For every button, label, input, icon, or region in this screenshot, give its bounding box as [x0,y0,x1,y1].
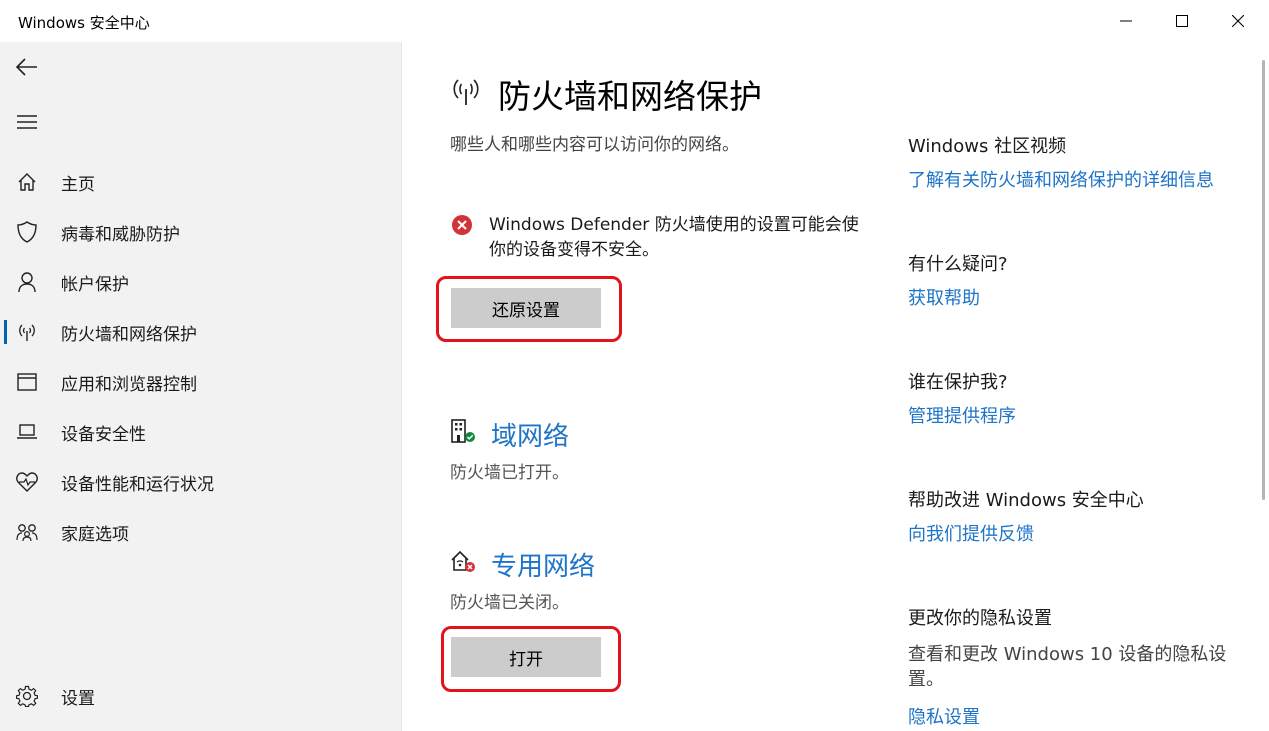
community-videos-heading: Windows 社区视频 [908,136,1067,157]
private-network-link[interactable]: 专用网络 [491,546,595,583]
window-title: Windows 安全中心 [18,14,150,32]
sidebar-item-label: 设备安全性 [61,424,146,445]
improve-heading: 帮助改进 Windows 安全中心 [908,490,1144,511]
sidebar-item-label: 主页 [61,174,95,195]
home-icon [16,171,38,193]
domain-network-link[interactable]: 域网络 [491,416,569,453]
sidebar-item-app-browser-control[interactable]: 应用和浏览器控制 [0,360,400,404]
hamburger-icon [17,115,37,129]
firewall-warning-text: Windows Defender 防火墙使用的设置可能会使你的设备变得不安全。 [489,215,859,260]
maximize-icon [1176,15,1188,27]
sidebar-item-account-protection[interactable]: 帐户保护 [0,260,400,304]
privacy-settings-link[interactable]: 隐私设置 [908,703,980,729]
page-subtitle: 哪些人和哪些内容可以访问你的网络。 [450,135,739,155]
turn-on-button[interactable]: 打开 [451,637,601,677]
error-icon [452,215,472,235]
sidebar: 主页 病毒和威胁防护 帐户保护 防火墙和网络保护 应用和浏览器控制 设备安全性 [0,42,402,731]
right-pane: Windows 社区视频 了解有关防火墙和网络保护的详细信息 有什么疑问? 获取… [862,42,1257,731]
sidebar-item-label: 家庭选项 [61,524,129,545]
sidebar-item-home[interactable]: 主页 [0,160,400,204]
menu-button[interactable] [12,110,42,134]
domain-network-icon [451,419,475,443]
page-title: 防火墙和网络保护 [498,77,762,116]
privacy-description: 查看和更改 Windows 10 设备的隐私设置。 [908,644,1227,690]
sidebar-item-firewall[interactable]: 防火墙和网络保护 [0,310,400,354]
heart-pulse-icon [16,471,38,493]
sidebar-item-settings[interactable]: 设置 [0,674,400,718]
antenna-icon [16,321,38,343]
domain-network-status: 防火墙已打开。 [450,463,569,483]
title-bar: Windows 安全中心 [0,0,1269,42]
sidebar-item-label: 应用和浏览器控制 [61,374,197,395]
sidebar-item-label: 设置 [61,688,95,709]
private-network-status: 防火墙已关闭。 [450,593,569,613]
family-icon [16,521,38,543]
sidebar-item-device-security[interactable]: 设备安全性 [0,410,400,454]
manage-providers-link[interactable]: 管理提供程序 [908,402,1016,428]
gear-icon [16,685,38,707]
scrollbar-thumb[interactable] [1262,60,1265,500]
sidebar-item-family-options[interactable]: 家庭选项 [0,510,400,554]
sidebar-item-label: 帐户保护 [61,274,129,295]
minimize-icon [1120,20,1132,22]
restore-settings-button[interactable]: 还原设置 [451,288,601,328]
close-icon [1232,15,1244,27]
antenna-icon [453,79,479,105]
learn-more-link[interactable]: 了解有关防火墙和网络保护的详细信息 [908,166,1214,192]
maximize-button[interactable] [1154,0,1210,42]
privacy-heading: 更改你的隐私设置 [908,608,1052,629]
back-button[interactable] [12,54,42,80]
close-button[interactable] [1210,0,1266,42]
sidebar-item-label: 防火墙和网络保护 [61,324,197,345]
get-help-link[interactable]: 获取帮助 [908,284,980,310]
back-arrow-icon [16,58,37,76]
person-icon [16,271,38,293]
sidebar-item-virus-protection[interactable]: 病毒和威胁防护 [0,210,400,254]
sidebar-item-label: 设备性能和运行状况 [61,474,214,495]
minimize-button[interactable] [1098,0,1154,42]
sidebar-item-device-performance[interactable]: 设备性能和运行状况 [0,460,400,504]
app-window-icon [16,371,38,393]
who-protects-heading: 谁在保护我? [908,372,1008,393]
give-feedback-link[interactable]: 向我们提供反馈 [908,520,1034,546]
main-content: 防火墙和网络保护 哪些人和哪些内容可以访问你的网络。 Windows Defen… [402,42,862,731]
sidebar-item-label: 病毒和威胁防护 [61,224,180,245]
private-network-icon [451,550,475,572]
shield-icon [16,221,38,243]
scrollbar[interactable] [1258,42,1269,731]
question-heading: 有什么疑问? [908,254,1008,275]
laptop-icon [16,421,38,443]
